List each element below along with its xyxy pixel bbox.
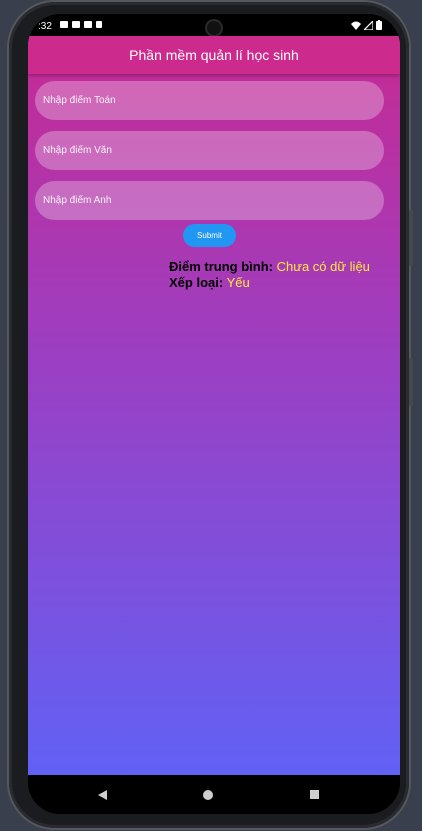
youtube-icon xyxy=(72,21,80,28)
wifi-icon xyxy=(351,21,361,30)
phone-frame: :32 Phần mềm quản lí học sinh Submit xyxy=(9,2,413,828)
average-result: Điểm trung bình: Chưa có dữ liệu xyxy=(169,259,370,274)
literature-score-input[interactable] xyxy=(35,131,384,170)
sim-icon xyxy=(96,21,102,28)
english-score-input[interactable] xyxy=(35,181,384,220)
system-icons xyxy=(351,20,382,30)
volume-button xyxy=(409,210,413,266)
notification-icons xyxy=(60,21,102,28)
app-bar: Phần mềm quản lí học sinh xyxy=(28,36,400,74)
youtube-icon xyxy=(84,21,92,28)
submit-button[interactable]: Submit xyxy=(183,224,236,247)
signal-icon xyxy=(364,20,373,30)
average-label: Điểm trung bình: xyxy=(169,259,273,274)
nav-bar xyxy=(28,775,400,814)
status-time: :32 xyxy=(38,21,52,32)
home-icon[interactable] xyxy=(203,790,213,800)
app-body: Phần mềm quản lí học sinh Submit Điểm tr… xyxy=(28,36,400,775)
front-camera xyxy=(207,21,221,35)
power-button xyxy=(409,358,413,406)
grade-result: Xếp loại: Yếu xyxy=(169,275,250,290)
screen: :32 Phần mềm quản lí học sinh Submit xyxy=(28,14,400,814)
math-score-input[interactable] xyxy=(35,81,384,120)
app-title: Phần mềm quản lí học sinh xyxy=(129,47,299,63)
average-value: Chưa có dữ liệu xyxy=(276,259,370,274)
recents-icon[interactable] xyxy=(310,790,319,799)
back-icon[interactable] xyxy=(98,790,107,800)
battery-icon xyxy=(376,20,382,30)
grade-value: Yếu xyxy=(226,275,250,290)
grade-label: Xếp loại: xyxy=(169,275,224,290)
notification-icon xyxy=(60,21,68,28)
